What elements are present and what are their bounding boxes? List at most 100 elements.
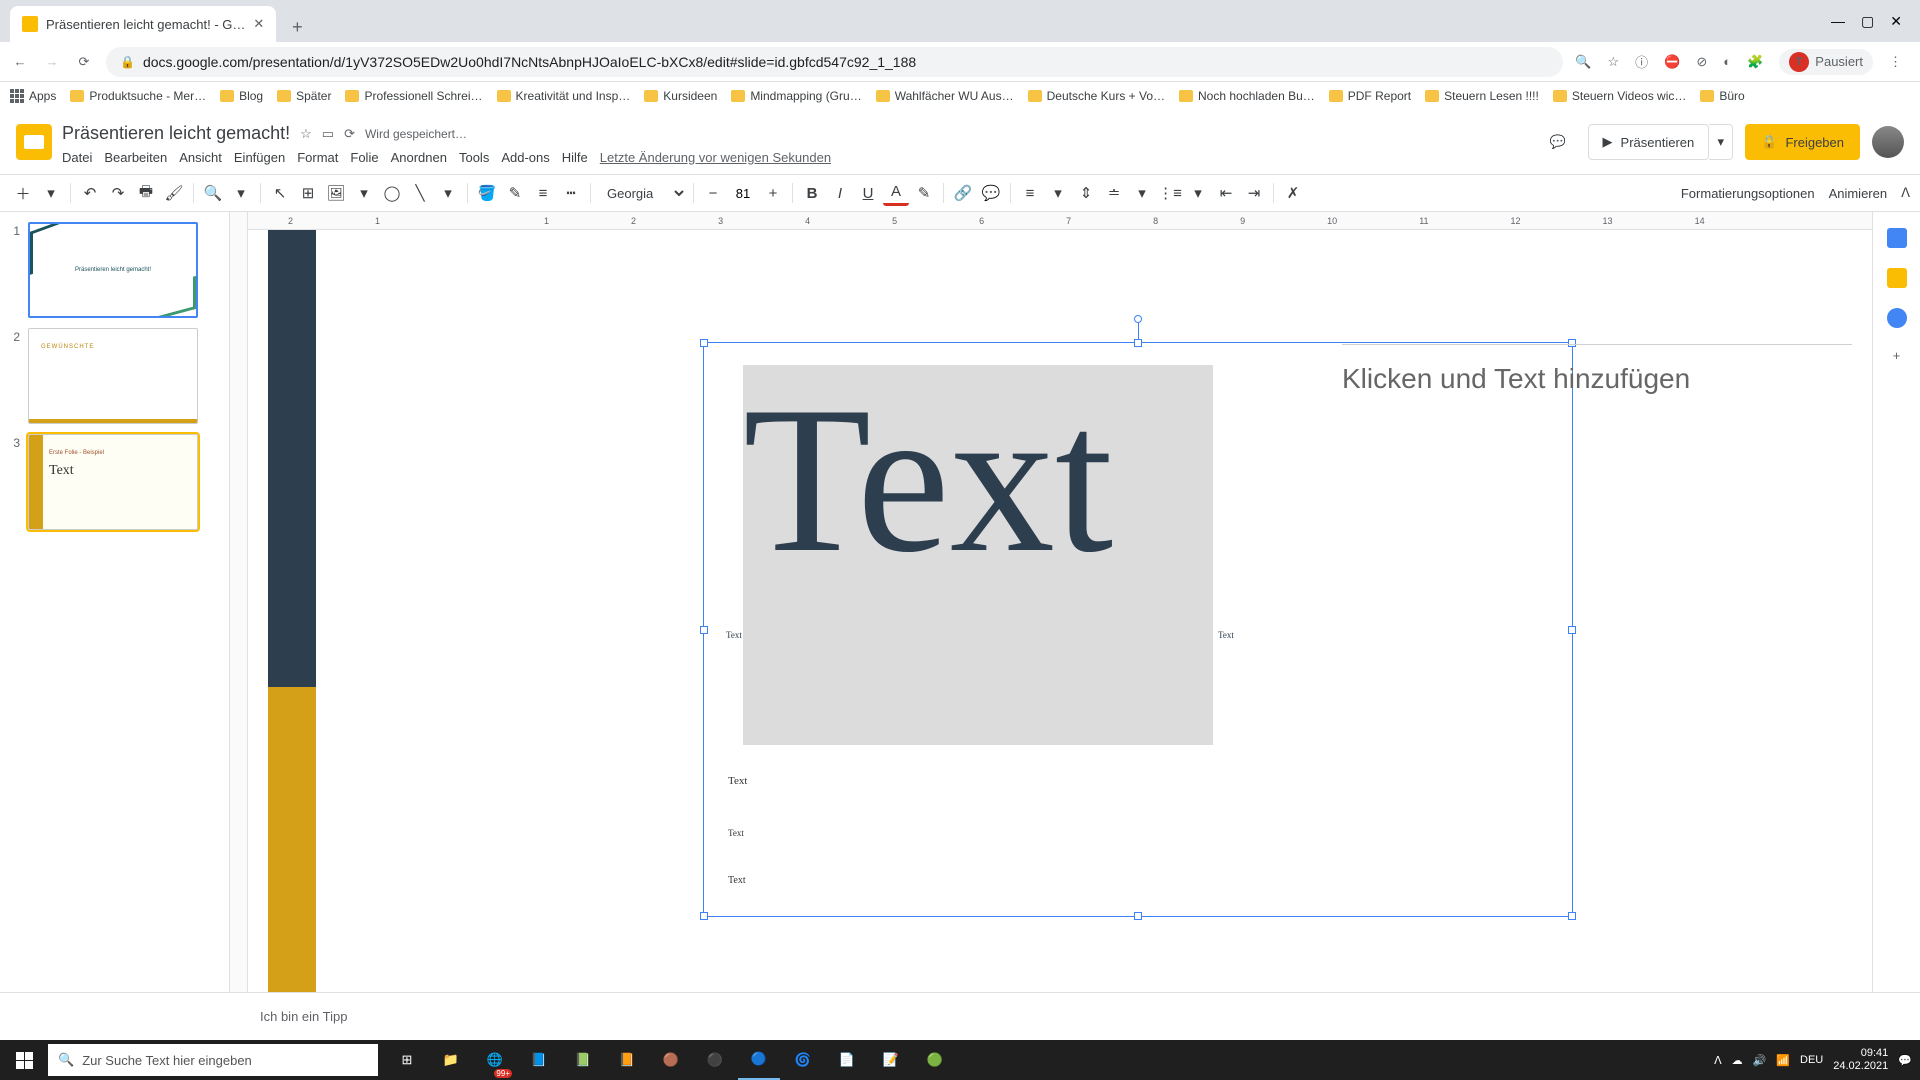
chrome-icon[interactable]: 🔵: [738, 1040, 780, 1080]
present-dropdown[interactable]: ▾: [1709, 124, 1733, 160]
extension-icon[interactable]: ◐: [1723, 54, 1731, 69]
menu-format[interactable]: Format: [297, 150, 338, 165]
clock[interactable]: 09:41 24.02.2021: [1833, 1047, 1888, 1073]
content-placeholder[interactable]: Klicken und Text hinzufügen: [1342, 344, 1852, 909]
animate-button[interactable]: Animieren: [1829, 186, 1888, 201]
bookmark-item[interactable]: Deutsche Kurs + Vo…: [1028, 89, 1165, 103]
new-tab-button[interactable]: +: [282, 12, 312, 42]
present-button[interactable]: ▶ Präsentieren: [1588, 124, 1710, 160]
bookmark-item[interactable]: Steuern Videos wic…: [1553, 89, 1687, 103]
format-options-button[interactable]: Formatierungsoptionen: [1681, 186, 1815, 201]
comment-icon[interactable]: 💬: [978, 180, 1004, 206]
chevron-down-icon[interactable]: ▾: [1185, 180, 1211, 206]
line-spacing-icon[interactable]: ⇕: [1073, 180, 1099, 206]
image-icon[interactable]: 🖼: [323, 180, 349, 206]
profile-chip[interactable]: T Pausiert: [1779, 49, 1873, 75]
slide-thumbnail-1[interactable]: Präsentieren leicht gemacht!: [28, 222, 198, 318]
menu-icon[interactable]: ⋮: [1889, 54, 1902, 70]
slide-canvas[interactable]: Text Text Text Text Text Text Klicken un…: [248, 230, 1872, 992]
star-icon[interactable]: ☆: [1607, 54, 1619, 70]
app-icon[interactable]: 📄: [826, 1040, 868, 1080]
star-icon[interactable]: ☆: [300, 126, 312, 142]
increase-font-icon[interactable]: +: [760, 180, 786, 206]
border-dash-icon[interactable]: ┅: [558, 180, 584, 206]
increase-indent-icon[interactable]: ⇥: [1241, 180, 1267, 206]
chevron-down-icon[interactable]: ▾: [1045, 180, 1071, 206]
bookmark-item[interactable]: Wahlfächer WU Aus…: [876, 89, 1014, 103]
language-indicator[interactable]: DEU: [1800, 1054, 1823, 1066]
explorer-icon[interactable]: 📁: [430, 1040, 472, 1080]
move-icon[interactable]: ▭: [322, 126, 334, 142]
speaker-notes[interactable]: Ich bin ein Tipp: [0, 992, 1920, 1040]
maximize-icon[interactable]: ▢: [1861, 13, 1874, 30]
app-icon[interactable]: 🟤: [650, 1040, 692, 1080]
onedrive-icon[interactable]: ☁: [1732, 1054, 1743, 1067]
bookmark-item[interactable]: Blog: [220, 89, 263, 103]
tasks-icon[interactable]: [1887, 308, 1907, 328]
italic-icon[interactable]: I: [827, 180, 853, 206]
url-bar[interactable]: 🔒 docs.google.com/presentation/d/1yV372S…: [106, 47, 1563, 77]
resize-handle[interactable]: [700, 912, 708, 920]
bookmark-item[interactable]: Kreativität und Insp…: [497, 89, 631, 103]
resize-handle[interactable]: [1134, 339, 1142, 347]
rotate-handle[interactable]: [1134, 315, 1142, 323]
menu-arrange[interactable]: Anordnen: [391, 150, 447, 165]
font-size-input[interactable]: [728, 186, 758, 201]
volume-icon[interactable]: 🔊: [1753, 1054, 1767, 1067]
bookmark-item[interactable]: Mindmapping (Gru…: [731, 89, 861, 103]
menu-addons[interactable]: Add-ons: [501, 150, 549, 165]
underline-icon[interactable]: U: [855, 180, 881, 206]
border-weight-icon[interactable]: ≡: [530, 180, 556, 206]
back-icon[interactable]: ←: [10, 52, 30, 72]
clear-format-icon[interactable]: ✗: [1280, 180, 1306, 206]
zoom-icon[interactable]: 🔍: [200, 180, 226, 206]
new-slide-button[interactable]: ＋: [10, 180, 36, 206]
menu-insert[interactable]: Einfügen: [234, 150, 285, 165]
powerpoint-icon[interactable]: 📙: [606, 1040, 648, 1080]
bookmark-item[interactable]: Professionell Schrei…: [345, 89, 482, 103]
cloud-icon[interactable]: ⟳: [344, 126, 355, 142]
notifications-icon[interactable]: 💬: [1898, 1054, 1912, 1067]
align-icon[interactable]: ≡: [1017, 180, 1043, 206]
slides-logo-icon[interactable]: [16, 124, 52, 160]
translate-icon[interactable]: ⓘ: [1635, 52, 1648, 71]
apps-shortcut[interactable]: Apps: [10, 89, 56, 103]
textbox-icon[interactable]: ⊞: [295, 180, 321, 206]
chevron-down-icon[interactable]: ▾: [1129, 180, 1155, 206]
obs-icon[interactable]: ⚫: [694, 1040, 736, 1080]
edge-icon[interactable]: 🌀: [782, 1040, 824, 1080]
line-icon[interactable]: ╲: [407, 180, 433, 206]
excel-icon[interactable]: 📗: [562, 1040, 604, 1080]
chevron-down-icon[interactable]: ▾: [228, 180, 254, 206]
extension-icon[interactable]: ⊘: [1696, 54, 1707, 70]
bookmark-item[interactable]: Büro: [1700, 89, 1744, 103]
chevron-down-icon[interactable]: ▾: [435, 180, 461, 206]
font-family-select[interactable]: Georgia: [597, 185, 687, 202]
tray-chevron-icon[interactable]: ᐱ: [1714, 1054, 1722, 1067]
zoom-icon[interactable]: 🔍: [1575, 54, 1591, 70]
share-button[interactable]: 🔒 Freigeben: [1745, 124, 1860, 160]
redo-icon[interactable]: ↷: [105, 180, 131, 206]
adblock-icon[interactable]: ⛔: [1664, 54, 1680, 70]
link-icon[interactable]: 🔗: [950, 180, 976, 206]
taskbar-search[interactable]: 🔍 Zur Suche Text hier eingeben: [48, 1044, 378, 1076]
bold-icon[interactable]: B: [799, 180, 825, 206]
keep-icon[interactable]: [1887, 268, 1907, 288]
paint-format-icon[interactable]: 🖌: [161, 180, 187, 206]
comments-icon[interactable]: 💬: [1540, 124, 1576, 160]
spotify-icon[interactable]: 🟢: [914, 1040, 956, 1080]
bulleted-list-icon[interactable]: ⋮≡: [1157, 180, 1183, 206]
resize-handle[interactable]: [1134, 912, 1142, 920]
decrease-font-icon[interactable]: −: [700, 180, 726, 206]
highlight-icon[interactable]: ✎: [911, 180, 937, 206]
resize-handle[interactable]: [700, 626, 708, 634]
border-color-icon[interactable]: ✎: [502, 180, 528, 206]
extensions-icon[interactable]: 🧩: [1747, 54, 1763, 70]
print-icon[interactable]: 🖶: [133, 180, 159, 206]
wifi-icon[interactable]: 📶: [1776, 1054, 1790, 1067]
numbered-list-icon[interactable]: ≐: [1101, 180, 1127, 206]
resize-handle[interactable]: [1568, 912, 1576, 920]
fill-color-icon[interactable]: 🪣: [474, 180, 500, 206]
bookmark-item[interactable]: PDF Report: [1329, 89, 1411, 103]
document-title[interactable]: Präsentieren leicht gemacht!: [62, 123, 290, 144]
